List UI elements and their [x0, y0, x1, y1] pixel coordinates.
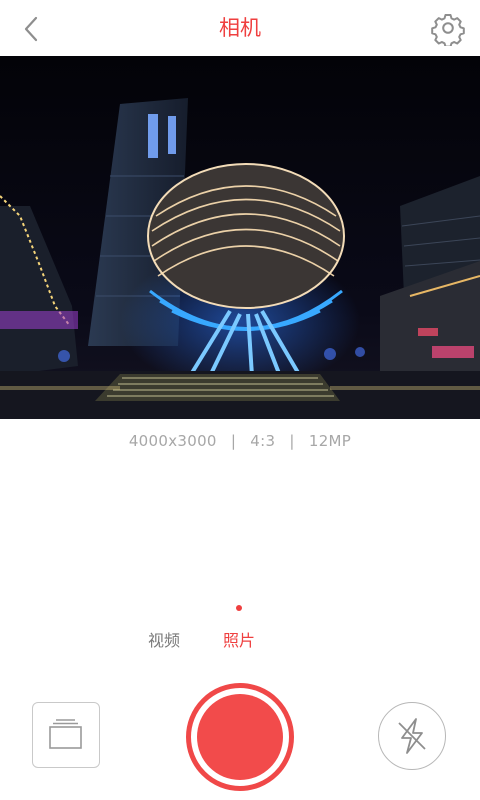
aspect-ratio-text: 4:3	[250, 432, 276, 450]
separator-2: |	[289, 432, 295, 450]
flash-toggle-button[interactable]	[378, 702, 446, 770]
mode-video-tab[interactable]: 视频	[148, 627, 180, 651]
gear-icon	[431, 14, 465, 48]
gallery-icon	[49, 719, 82, 749]
flash-off-icon	[398, 718, 426, 754]
separator-1: |	[230, 432, 237, 450]
page-title: 相机	[219, 16, 261, 40]
settings-button[interactable]	[430, 10, 466, 48]
shutter-icon	[197, 694, 283, 780]
active-mode-indicator	[236, 605, 242, 611]
mode-photo-tab[interactable]: 照片	[223, 627, 255, 651]
photo-info: 4000x3000 | 4:3 | 12MP	[0, 432, 480, 450]
gallery-button[interactable]	[32, 702, 100, 768]
megapixels-text: 12MP	[308, 432, 352, 450]
shutter-button[interactable]	[186, 683, 294, 791]
top-bar: 相机	[0, 0, 480, 56]
night-city-photo	[0, 56, 480, 419]
resolution-text: 4000x3000	[128, 432, 217, 450]
camera-preview[interactable]	[0, 56, 480, 419]
